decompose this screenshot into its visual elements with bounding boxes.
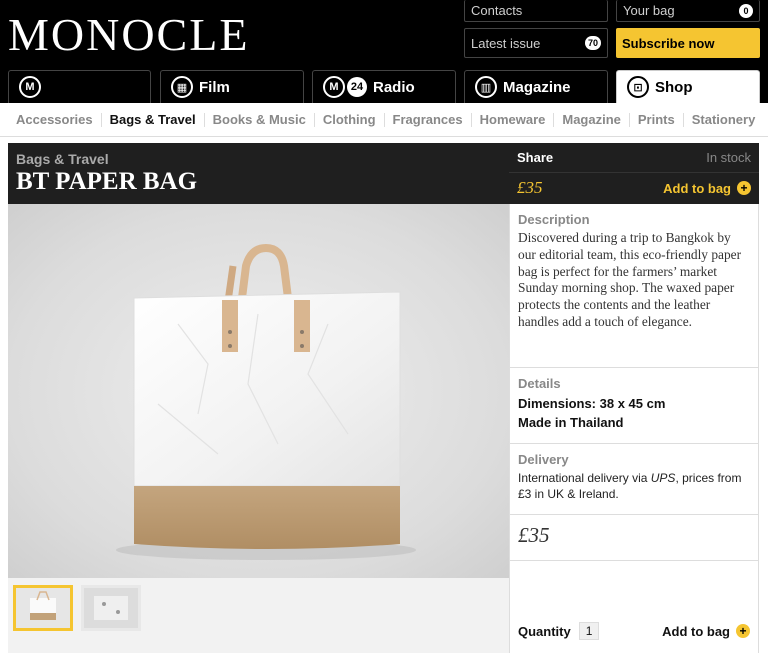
tab-radio[interactable]: M 24 Radio xyxy=(312,70,456,103)
tab-film-label: Film xyxy=(199,78,230,96)
tab-radio-label: Radio xyxy=(373,78,415,96)
main-nav: M ▦ Film M 24 Radio ▥ Magazine ⊡ Shop xyxy=(0,70,768,103)
subnav-magazine[interactable]: Magazine xyxy=(554,112,630,127)
subnav-books-music[interactable]: Books & Music xyxy=(205,112,315,127)
shopping-bag-icon: ⊡ xyxy=(627,76,649,98)
site-header: MONOCLE Contacts Latest issue 70 Your ba… xyxy=(0,0,768,103)
stock-status: In stock xyxy=(706,150,751,165)
tab-home[interactable]: M xyxy=(8,70,151,103)
details-heading: Details xyxy=(518,376,561,391)
bag-count-badge: 0 xyxy=(739,3,753,18)
subnav-accessories[interactable]: Accessories xyxy=(8,112,102,127)
details-section: Details Dimensions: 38 x 45 cm Made in T… xyxy=(510,368,758,444)
subnav-stationery[interactable]: Stationery xyxy=(684,112,764,127)
tab-magazine-label: Magazine xyxy=(503,78,571,96)
add-to-bag-button[interactable]: Add to bag + xyxy=(662,624,750,639)
purchase-header: Share In stock £35 Add to bag + xyxy=(509,143,759,204)
film-icon: ▦ xyxy=(171,76,193,98)
subnav-prints[interactable]: Prints xyxy=(630,112,684,127)
delivery-section: Delivery International delivery via UPS,… xyxy=(510,444,758,515)
quantity-row: Quantity 1 Add to bag + xyxy=(518,622,750,640)
add-to-bag-button-top[interactable]: Add to bag + xyxy=(663,181,751,196)
product-header: Bags & Travel BT PAPER BAG xyxy=(8,143,509,204)
subnav-fragrances[interactable]: Fragrances xyxy=(385,112,472,127)
product-details-panel: Description Discovered during a trip to … xyxy=(509,204,759,653)
share-button[interactable]: Share xyxy=(517,150,553,165)
dimensions-text: Dimensions: 38 x 45 cm xyxy=(518,396,666,411)
thumbnail-2[interactable] xyxy=(81,585,141,631)
tab-shop[interactable]: ⊡ Shop xyxy=(616,70,760,103)
add-to-bag-label: Add to bag xyxy=(663,180,731,196)
site-logo[interactable]: MONOCLE xyxy=(8,12,249,58)
contacts-label: Contacts xyxy=(471,3,523,18)
delivery-heading: Delivery xyxy=(518,452,569,467)
monocle-m-icon: M xyxy=(19,76,41,98)
latest-issue-link[interactable]: Latest issue 70 xyxy=(464,28,608,58)
delivery-text-start: International delivery via xyxy=(518,471,651,485)
subscribe-button[interactable]: Subscribe now xyxy=(616,28,760,58)
tab-shop-label: Shop xyxy=(655,78,693,96)
thumbnail-strip xyxy=(8,578,509,653)
delivery-carrier: UPS xyxy=(650,471,676,485)
open-book-icon: ▥ xyxy=(475,76,497,98)
subnav-clothing[interactable]: Clothing xyxy=(315,112,385,127)
issue-count-badge: 70 xyxy=(584,36,601,50)
paper-bag-illustration xyxy=(116,243,416,560)
radio-24-badge: 24 xyxy=(347,77,367,97)
tab-film[interactable]: ▦ Film xyxy=(160,70,304,103)
product-image[interactable] xyxy=(8,204,509,578)
monocle-m-icon: M xyxy=(323,76,345,98)
thumbnail-detail-image xyxy=(84,588,138,628)
product-category[interactable]: Bags & Travel xyxy=(16,151,501,167)
product-title: BT PAPER BAG xyxy=(16,168,198,195)
plus-circle-icon: + xyxy=(737,181,751,195)
description-section: Description Discovered during a trip to … xyxy=(510,204,758,368)
delivery-text: International delivery via UPS, prices f… xyxy=(518,470,750,502)
quantity-field[interactable]: 1 xyxy=(578,622,600,640)
tab-magazine[interactable]: ▥ Magazine xyxy=(464,70,608,103)
product-price: £35 xyxy=(517,178,543,197)
subnav-bags-travel[interactable]: Bags & Travel xyxy=(102,112,205,127)
thumbnail-bag-image xyxy=(16,588,70,628)
your-bag-link[interactable]: Your bag 0 xyxy=(616,0,760,22)
subnav-homeware[interactable]: Homeware xyxy=(472,112,555,127)
description-heading: Description xyxy=(518,212,590,227)
add-to-bag-label-bottom: Add to bag xyxy=(662,623,730,639)
price-section: £35 xyxy=(510,515,758,561)
product-price-large: £35 xyxy=(518,523,550,547)
origin-text: Made in Thailand xyxy=(518,415,624,430)
thumbnail-1[interactable] xyxy=(13,585,73,631)
subscribe-label: Subscribe now xyxy=(622,35,715,51)
bag-label: Your bag xyxy=(623,3,675,18)
contacts-link[interactable]: Contacts xyxy=(464,0,608,22)
plus-circle-icon: + xyxy=(736,624,750,638)
latest-issue-label: Latest issue xyxy=(471,35,541,51)
shop-category-nav: Accessories Bags & Travel Books & Music … xyxy=(0,103,768,137)
description-text: Discovered during a trip to Bangkok by o… xyxy=(518,230,742,329)
quantity-label: Quantity xyxy=(518,623,571,639)
